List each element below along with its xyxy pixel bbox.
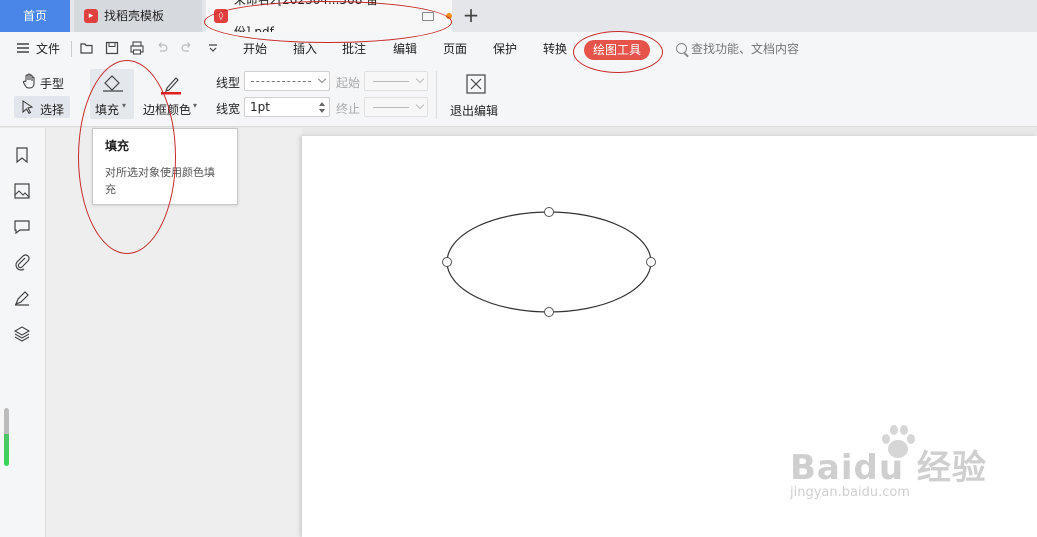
- exit-close-icon: [466, 74, 486, 94]
- hamburger-icon[interactable]: [16, 41, 30, 55]
- undo-icon[interactable]: [155, 41, 169, 55]
- tab-document[interactable]: ◊ 未命名2[202304...508 备份].pdf: [206, 0, 452, 39]
- layers-icon[interactable]: [13, 325, 31, 343]
- line-type-select[interactable]: [244, 71, 330, 91]
- drawing-canvas[interactable]: [302, 136, 1037, 537]
- tab-bar: 首页 ▸ 找稻壳模板 ◊ 未命名2[202304...508 备份].pdf +: [0, 0, 1037, 39]
- redo-icon[interactable]: [180, 41, 194, 55]
- thumbnail-icon[interactable]: [13, 182, 31, 200]
- tab-template[interactable]: ▸ 找稻壳模板: [74, 0, 202, 32]
- line-width-input[interactable]: 1pt: [244, 97, 330, 117]
- paint-bucket-icon: [103, 75, 123, 92]
- divider: [71, 41, 72, 57]
- tab-home[interactable]: 首页: [0, 0, 70, 32]
- chevron-down-icon: [415, 74, 425, 84]
- cursor-icon: [22, 100, 34, 114]
- signature-icon[interactable]: [13, 289, 31, 307]
- print-icon[interactable]: [130, 41, 144, 55]
- pdf-page[interactable]: [302, 136, 1037, 537]
- increment-icon[interactable]: [319, 102, 325, 106]
- ribbon-toolbar: 手型 选择 填充 ▾ 边框颜色 ▾ 线型 线宽 1pt 起始 终止 退出编辑: [0, 65, 1037, 127]
- line-preview: [373, 107, 409, 108]
- line-preview: [373, 81, 409, 82]
- fill-caret-icon: ▾: [122, 101, 127, 110]
- attachment-icon[interactable]: [13, 253, 31, 271]
- select-tool-label: 选择: [40, 103, 65, 117]
- dash-line-preview: [251, 81, 311, 82]
- fill-tooltip: 填充 对所选对象使用颜色填充: [92, 128, 238, 205]
- menu-start[interactable]: 开始: [243, 40, 267, 57]
- chevron-down-icon: [317, 74, 327, 84]
- resize-handle-left[interactable]: [442, 257, 452, 267]
- more-dropdown-icon[interactable]: [206, 41, 220, 55]
- tooltip-description: 对所选对象使用颜色填充: [105, 166, 215, 196]
- resize-handle-right[interactable]: [646, 257, 656, 267]
- menu-edit[interactable]: 编辑: [393, 40, 417, 57]
- new-tab-button[interactable]: +: [460, 4, 482, 26]
- tab-drawing-tools[interactable]: 绘图工具: [584, 40, 650, 60]
- tooltip-title: 填充: [105, 139, 130, 153]
- exit-edit-button[interactable]: 退出编辑: [450, 102, 498, 119]
- start-arrow-select[interactable]: [364, 71, 428, 91]
- line-width-value: 1pt: [250, 100, 270, 114]
- hand-tool-label[interactable]: 手型: [40, 75, 64, 92]
- pen-icon: [161, 77, 181, 95]
- pdf-file-icon: ◊: [214, 9, 228, 23]
- divider: [436, 71, 437, 119]
- start-arrow-label: 起始: [336, 76, 361, 90]
- end-arrow-label: 终止: [336, 102, 361, 116]
- save-icon[interactable]: [105, 41, 119, 55]
- bookmark-icon[interactable]: [13, 146, 31, 164]
- hand-icon: [22, 73, 35, 89]
- sidebar-scrollbar[interactable]: [4, 408, 9, 466]
- end-arrow-select[interactable]: [364, 97, 428, 117]
- unsaved-dot-icon: [446, 13, 452, 19]
- search-placeholder: 查找功能、文档内容: [691, 42, 800, 56]
- menu-file[interactable]: 文件: [36, 40, 60, 57]
- search-icon: [676, 43, 687, 54]
- chevron-down-icon: [415, 100, 425, 110]
- resize-handle-bottom[interactable]: [544, 307, 554, 317]
- border-color-label[interactable]: 边框颜色: [143, 101, 191, 118]
- open-folder-icon[interactable]: [80, 41, 94, 55]
- line-type-label: 线型: [216, 76, 241, 90]
- monitor-icon[interactable]: [422, 11, 435, 21]
- tab-template-label: 找稻壳模板: [104, 9, 165, 23]
- ellipse-shape[interactable]: [446, 211, 652, 313]
- comment-icon[interactable]: [13, 218, 31, 236]
- menu-convert[interactable]: 转换: [543, 40, 567, 57]
- line-width-label: 线宽: [216, 102, 241, 116]
- left-sidebar: [0, 128, 46, 537]
- decrement-icon[interactable]: [319, 109, 325, 113]
- menu-page[interactable]: 页面: [443, 40, 467, 57]
- menu-insert[interactable]: 插入: [293, 40, 317, 57]
- menu-protect[interactable]: 保护: [493, 40, 517, 57]
- docer-logo-icon: ▸: [84, 9, 98, 23]
- border-color-caret-icon: ▾: [193, 101, 198, 110]
- menu-annotate[interactable]: 批注: [342, 40, 366, 57]
- search-box[interactable]: 查找功能、文档内容: [676, 40, 799, 57]
- fill-label: 填充: [95, 103, 120, 117]
- menu-bar: 文件 开始 插入 批注 编辑 页面 保护 转换 绘图工具 查找功能、文档内容: [0, 32, 1037, 65]
- resize-handle-top[interactable]: [544, 207, 554, 217]
